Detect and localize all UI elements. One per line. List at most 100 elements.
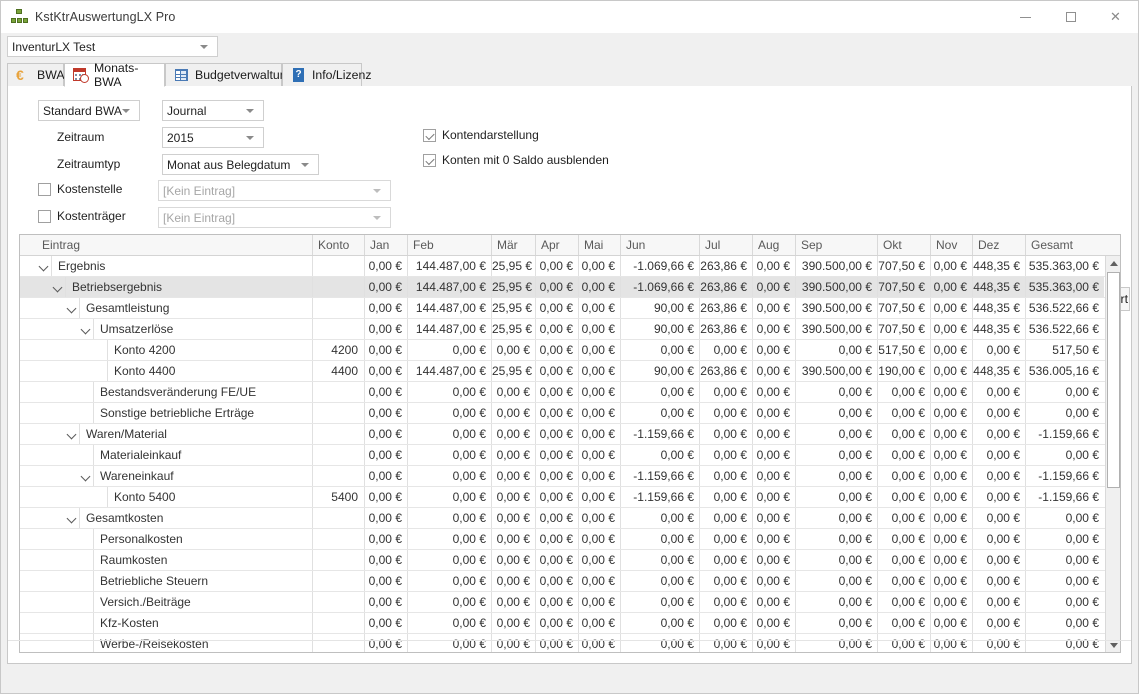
value-cell[interactable]: 0,00 € xyxy=(699,445,752,465)
entry-cell[interactable]: Materialeinkauf xyxy=(37,445,312,465)
value-cell[interactable]: 390.500,00 € xyxy=(795,298,877,318)
value-cell[interactable]: 0,00 € xyxy=(364,319,407,339)
entry-cell[interactable]: Personalkosten xyxy=(37,529,312,549)
close-button[interactable]: ✕ xyxy=(1093,1,1138,33)
value-cell[interactable]: 707,50 € xyxy=(877,298,930,318)
value-cell[interactable]: 390.500,00 € xyxy=(795,256,877,276)
value-cell[interactable]: 0,00 € xyxy=(620,403,699,423)
value-cell[interactable]: -1.159,66 € xyxy=(1025,487,1104,507)
value-cell[interactable]: 0,00 € xyxy=(930,361,972,381)
value-cell[interactable]: 0,00 € xyxy=(972,487,1025,507)
scroll-up-button[interactable] xyxy=(1106,256,1121,271)
value-cell[interactable]: 0,00 € xyxy=(930,508,972,528)
value-cell[interactable]: 0,00 € xyxy=(752,319,795,339)
value-cell[interactable]: 0,00 € xyxy=(407,508,491,528)
value-cell[interactable]: 144.487,00 € xyxy=(407,256,491,276)
value-cell[interactable]: 535.363,00 € xyxy=(1025,256,1104,276)
value-cell[interactable]: 707,50 € xyxy=(877,256,930,276)
konto-cell[interactable]: 4400 xyxy=(312,361,364,381)
value-cell[interactable]: 0,00 € xyxy=(930,550,972,570)
value-cell[interactable]: 0,00 € xyxy=(578,424,620,444)
value-cell[interactable]: 0,00 € xyxy=(699,613,752,633)
value-cell[interactable]: 0,00 € xyxy=(491,466,535,486)
value-cell[interactable]: 0,00 € xyxy=(535,298,578,318)
value-cell[interactable]: 0,00 € xyxy=(364,277,407,297)
value-cell[interactable]: 0,00 € xyxy=(620,571,699,591)
value-cell[interactable]: -1.159,66 € xyxy=(620,466,699,486)
value-cell[interactable]: 0,00 € xyxy=(578,382,620,402)
value-cell[interactable]: 0,00 € xyxy=(491,340,535,360)
konto-cell[interactable] xyxy=(312,424,364,444)
value-cell[interactable]: 0,00 € xyxy=(364,550,407,570)
value-cell[interactable]: 0,00 € xyxy=(699,571,752,591)
value-cell[interactable]: 0,00 € xyxy=(752,592,795,612)
value-cell[interactable]: 0,00 € xyxy=(699,403,752,423)
value-cell[interactable]: 0,00 € xyxy=(620,508,699,528)
entry-cell[interactable]: Sonstige betriebliche Erträge xyxy=(37,403,312,423)
grid-column-header[interactable]: Dez xyxy=(972,235,1025,255)
value-cell[interactable]: 0,00 € xyxy=(491,445,535,465)
value-cell[interactable]: 0,00 € xyxy=(535,403,578,423)
value-cell[interactable]: 144.487,00 € xyxy=(407,361,491,381)
value-cell[interactable]: 0,00 € xyxy=(877,529,930,549)
value-cell[interactable]: 0,00 € xyxy=(578,571,620,591)
entry-cell[interactable]: Umsatzerlöse xyxy=(37,319,312,339)
value-cell[interactable]: 0,00 € xyxy=(535,466,578,486)
value-cell[interactable]: 0,00 € xyxy=(578,298,620,318)
tab-monats-bwa[interactable]: Monats-BWA xyxy=(64,63,165,87)
value-cell[interactable]: 0,00 € xyxy=(578,361,620,381)
value-cell[interactable]: 0,00 € xyxy=(752,466,795,486)
entry-cell[interactable]: Kfz-Kosten xyxy=(37,613,312,633)
grid-column-header[interactable]: Nov xyxy=(930,235,972,255)
value-cell[interactable]: 0,00 € xyxy=(578,319,620,339)
value-cell[interactable]: 0,00 € xyxy=(930,298,972,318)
value-cell[interactable]: 0,00 € xyxy=(930,571,972,591)
table-row[interactable]: Personalkosten0,00 €0,00 €0,00 €0,00 €0,… xyxy=(20,529,1121,550)
value-cell[interactable]: 25,95 € xyxy=(491,361,535,381)
value-cell[interactable]: 0,00 € xyxy=(972,382,1025,402)
value-cell[interactable]: 0,00 € xyxy=(620,529,699,549)
value-cell[interactable]: 0,00 € xyxy=(535,487,578,507)
value-cell[interactable]: 0,00 € xyxy=(491,529,535,549)
table-row[interactable]: Konto 440044000,00 €144.487,00 €25,95 €0… xyxy=(20,361,1121,382)
value-cell[interactable]: 0,00 € xyxy=(752,487,795,507)
value-cell[interactable]: 0,00 € xyxy=(752,634,795,653)
table-row[interactable]: Gesamtleistung0,00 €144.487,00 €25,95 €0… xyxy=(20,298,1121,319)
value-cell[interactable]: 0,00 € xyxy=(795,613,877,633)
value-cell[interactable]: 0,00 € xyxy=(972,550,1025,570)
value-cell[interactable]: 0,00 € xyxy=(972,634,1025,653)
grid-column-header[interactable]: Mai xyxy=(578,235,620,255)
chevron-down-icon[interactable] xyxy=(79,319,93,339)
value-cell[interactable]: 0,00 € xyxy=(578,613,620,633)
value-cell[interactable]: 0,00 € xyxy=(1025,403,1104,423)
value-cell[interactable]: 0,00 € xyxy=(364,466,407,486)
entry-cell[interactable]: Bestandsveränderung FE/UE xyxy=(37,382,312,402)
value-cell[interactable]: 0,00 € xyxy=(1025,634,1104,653)
value-cell[interactable]: 0,00 € xyxy=(930,319,972,339)
chevron-down-icon[interactable] xyxy=(37,256,51,276)
value-cell[interactable]: 0,00 € xyxy=(877,466,930,486)
value-cell[interactable]: 0,00 € xyxy=(795,508,877,528)
value-cell[interactable]: 0,00 € xyxy=(930,256,972,276)
grid-column-header[interactable]: Sep xyxy=(795,235,877,255)
value-cell[interactable]: 390.500,00 € xyxy=(795,319,877,339)
value-cell[interactable]: 448,35 € xyxy=(972,277,1025,297)
value-cell[interactable]: 0,00 € xyxy=(930,340,972,360)
value-cell[interactable]: 0,00 € xyxy=(877,487,930,507)
value-cell[interactable]: 0,00 € xyxy=(578,508,620,528)
konto-cell[interactable] xyxy=(312,634,364,653)
chevron-down-icon[interactable] xyxy=(79,466,93,486)
value-cell[interactable]: 0,00 € xyxy=(1025,592,1104,612)
value-cell[interactable]: 0,00 € xyxy=(877,508,930,528)
value-cell[interactable]: 0,00 € xyxy=(535,571,578,591)
value-cell[interactable]: 536.522,66 € xyxy=(1025,319,1104,339)
value-cell[interactable]: 0,00 € xyxy=(364,424,407,444)
table-row[interactable]: Wareneinkauf0,00 €0,00 €0,00 €0,00 €0,00… xyxy=(20,466,1121,487)
grid-column-header[interactable]: Gesamt xyxy=(1025,235,1104,255)
grid-column-header[interactable]: Jan xyxy=(364,235,407,255)
value-cell[interactable]: 0,00 € xyxy=(407,466,491,486)
value-cell[interactable]: 0,00 € xyxy=(491,487,535,507)
value-cell[interactable]: 0,00 € xyxy=(930,487,972,507)
value-cell[interactable]: 0,00 € xyxy=(535,424,578,444)
value-cell[interactable]: 0,00 € xyxy=(491,508,535,528)
